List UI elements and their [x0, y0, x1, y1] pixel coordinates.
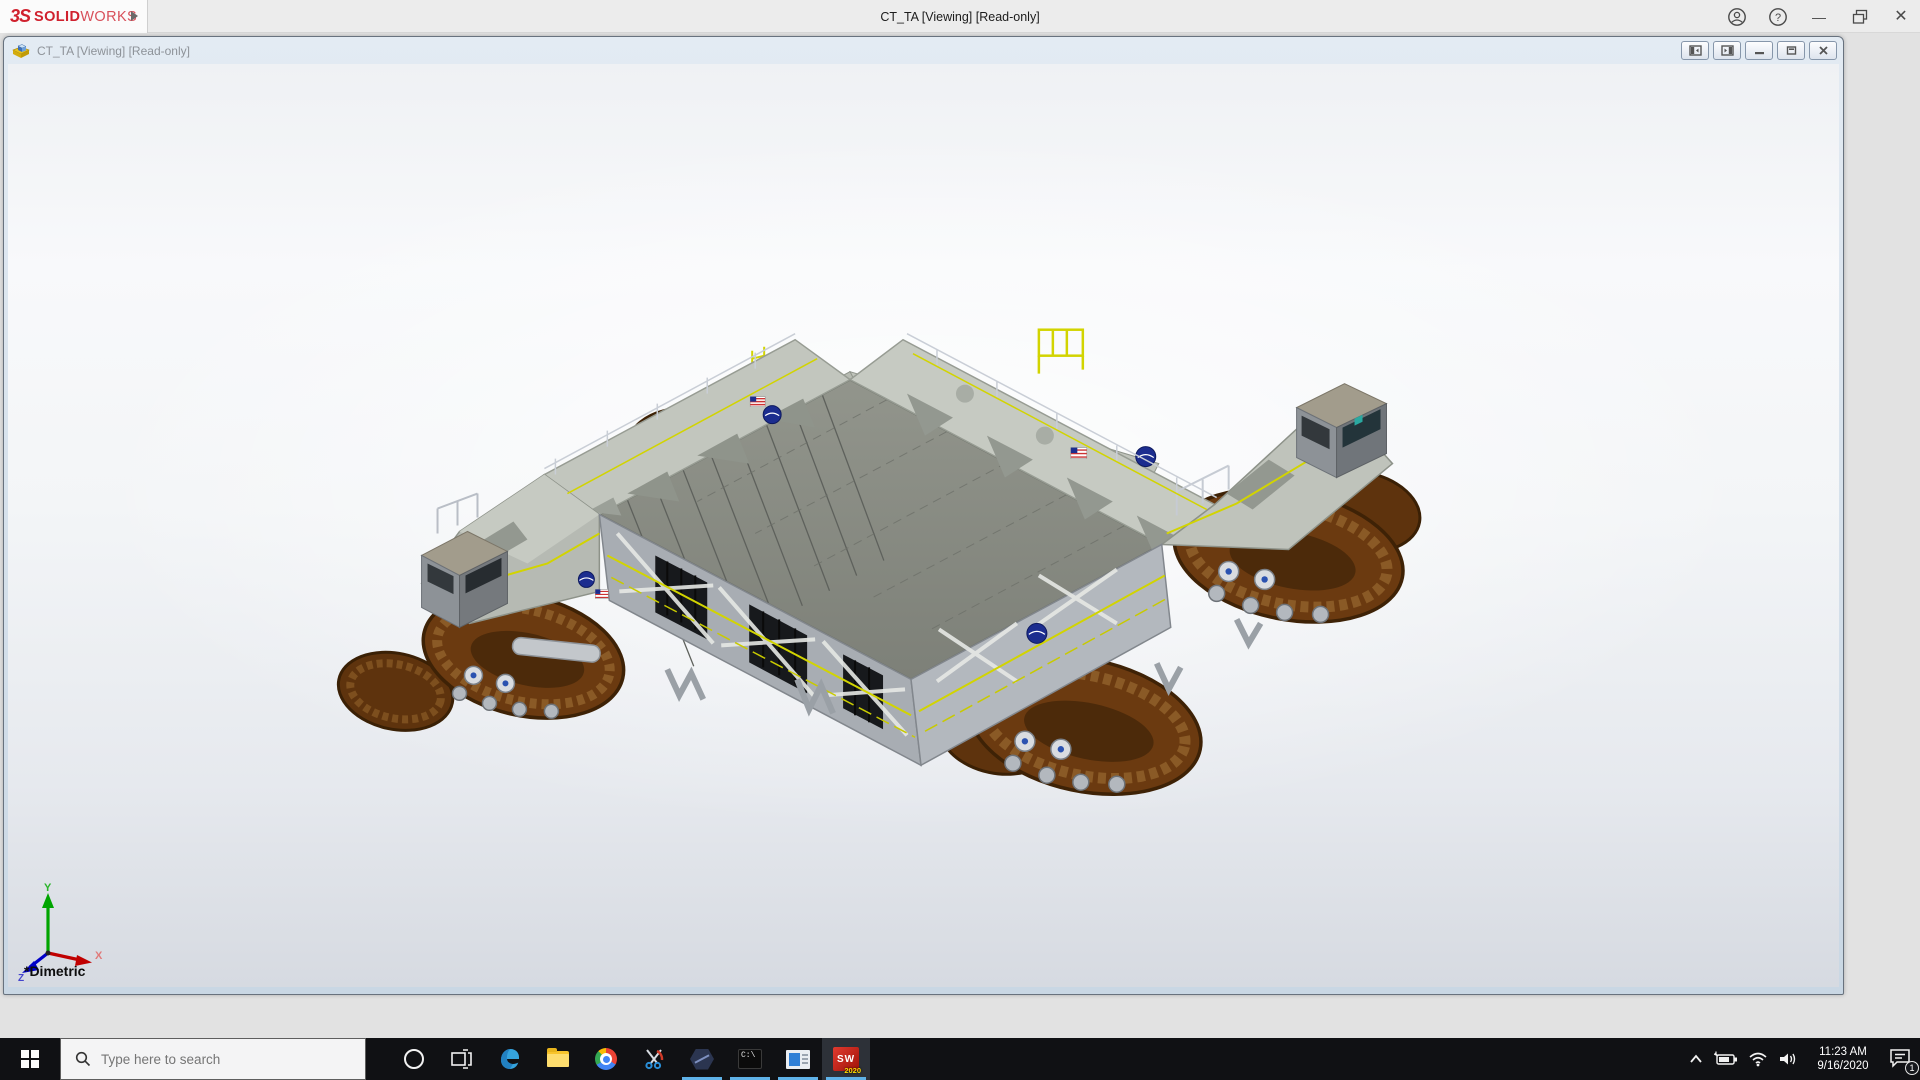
blue-window-app-icon: [786, 1050, 810, 1069]
solidworks-2020-icon: SW 2020: [833, 1047, 859, 1071]
tray-chevron-icon[interactable]: [1688, 1053, 1704, 1065]
windows-taskbar: C:\ SW 2020: [0, 1038, 1920, 1080]
mdi-background: CT_TA [Viewing] [Read-only]: [0, 34, 1920, 1038]
search-input[interactable]: [101, 1052, 351, 1067]
taskbar-icon-command-prompt[interactable]: C:\: [726, 1038, 774, 1080]
tray-date: 9/16/2020: [1808, 1059, 1878, 1073]
minimize-button[interactable]: —: [1808, 6, 1830, 28]
restore-icon: [1852, 9, 1868, 25]
document-window[interactable]: CT_TA [Viewing] [Read-only]: [3, 36, 1844, 995]
app-titlebar: 3S SOLIDWORKS CT_TA [Viewing] [Read-only…: [0, 0, 1920, 33]
chrome-icon: [595, 1048, 617, 1070]
menu-flyout-arrow-icon[interactable]: [131, 11, 138, 21]
help-icon: ?: [1768, 7, 1788, 27]
help-button[interactable]: ?: [1767, 6, 1789, 28]
brand-works-text: WORKS: [80, 9, 137, 25]
svg-text:?: ?: [1775, 12, 1781, 24]
assembly-document-icon: [12, 42, 31, 59]
svg-text:X: X: [95, 950, 103, 962]
windows-logo-icon: [21, 1050, 39, 1068]
doc-restore-button[interactable]: [1777, 41, 1805, 60]
edge-icon: [498, 1047, 522, 1071]
dassault-3ds-logo-icon: 3S: [10, 6, 30, 27]
solidworks-menu-flyout[interactable]: 3S SOLIDWORKS: [0, 0, 148, 33]
brand-solid-text: SOLID: [34, 9, 80, 25]
start-button[interactable]: [0, 1038, 60, 1080]
taskbar-icon-blue-window-app[interactable]: [774, 1038, 822, 1080]
doc-restore-icon: [1785, 45, 1798, 56]
tray-clock[interactable]: 11:23 AM 9/16/2020: [1808, 1045, 1878, 1073]
dock-left-icon: [1689, 45, 1702, 56]
taskbar-icon-solidworks[interactable]: SW 2020: [822, 1038, 870, 1080]
sw-icon-year: 2020: [844, 1066, 861, 1075]
hexagon-app-icon: [690, 1049, 714, 1070]
dock-pane-left-button[interactable]: [1681, 41, 1709, 60]
sw-icon-label: SW: [837, 1054, 855, 1065]
notification-badge: 1: [1905, 1061, 1919, 1075]
document-titlebar[interactable]: CT_TA [Viewing] [Read-only]: [4, 37, 1843, 64]
view-orientation-label: *Dimetric: [24, 963, 85, 979]
taskbar-search[interactable]: [60, 1038, 366, 1080]
taskbar-icon-cortana[interactable]: [390, 1038, 438, 1080]
svg-text:Y: Y: [44, 882, 52, 894]
window-title: CT_TA [Viewing] [Read-only]: [0, 0, 1920, 33]
battery-icon[interactable]: [1714, 1051, 1738, 1067]
search-icon: [75, 1051, 91, 1067]
taskbar-icon-chrome[interactable]: [582, 1038, 630, 1080]
taskbar-icon-file-explorer[interactable]: [534, 1038, 582, 1080]
minimize-icon: —: [1812, 10, 1826, 24]
y-axis-arrow-icon: [42, 893, 54, 908]
dock-pane-right-button[interactable]: [1713, 41, 1741, 60]
doc-close-icon: [1817, 45, 1830, 56]
close-button[interactable]: ✕: [1890, 6, 1912, 28]
restore-button[interactable]: [1849, 6, 1871, 28]
cortana-icon: [404, 1049, 424, 1069]
snipping-tool-icon: [643, 1048, 665, 1070]
taskbar-icon-snipping-tool[interactable]: [630, 1038, 678, 1080]
task-view-icon: [451, 1049, 473, 1069]
close-icon: ✕: [1894, 9, 1907, 25]
file-explorer-icon: [547, 1051, 569, 1067]
crawler-transporter-model[interactable]: [8, 64, 1839, 987]
command-prompt-icon: C:\: [738, 1049, 762, 1069]
action-center-button[interactable]: 1: [1888, 1047, 1914, 1071]
document-title: CT_TA [Viewing] [Read-only]: [37, 44, 190, 58]
user-account-icon: [1727, 7, 1747, 27]
wifi-icon[interactable]: [1748, 1051, 1768, 1067]
doc-minimize-icon: [1753, 45, 1766, 56]
graphics-viewport[interactable]: Y X Z *Dimetric: [8, 64, 1839, 987]
taskbar-icon-task-view[interactable]: [438, 1038, 486, 1080]
doc-close-button[interactable]: [1809, 41, 1837, 60]
volume-icon[interactable]: [1778, 1051, 1798, 1067]
taskbar-icon-edge[interactable]: [486, 1038, 534, 1080]
dock-right-icon: [1721, 45, 1734, 56]
tray-time: 11:23 AM: [1808, 1045, 1878, 1059]
doc-minimize-button[interactable]: [1745, 41, 1773, 60]
account-button[interactable]: [1726, 6, 1748, 28]
cmd-prompt-text: C:\: [741, 1051, 755, 1060]
taskbar-icon-hexagon-app[interactable]: [678, 1038, 726, 1080]
